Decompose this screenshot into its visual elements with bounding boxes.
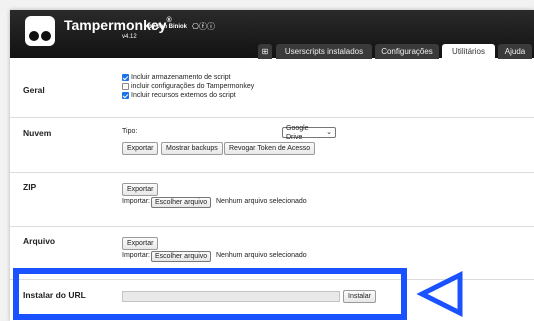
tab-bar: ⊞ Userscripts instalados Configurações U… — [10, 44, 534, 59]
file-export-button[interactable]: Exportar — [122, 237, 159, 250]
section-title: Nuvem — [23, 128, 52, 138]
option-label: Incluir armazenamento de script — [131, 74, 231, 81]
chevron-down-icon: ⌄ — [326, 129, 332, 136]
tab-new-script[interactable]: ⊞ — [258, 44, 272, 59]
no-file-label: Nenhum arquivo selecionado — [216, 252, 307, 259]
cloud-export-button[interactable]: Exportar — [122, 142, 159, 155]
file-choose-file-button[interactable]: Escolher arquivo — [151, 251, 212, 262]
no-file-label: Nenhum arquivo selecionado — [216, 198, 307, 205]
app-version: v4.12 — [122, 34, 137, 40]
zip-export-button[interactable]: Exportar — [122, 183, 159, 196]
import-label: Importar: — [122, 198, 151, 205]
section-title: ZIP — [23, 182, 37, 192]
option-label: Incluir recursos externos do script — [131, 92, 236, 99]
social-icons[interactable]: ⎔ⓕⓘ — [192, 21, 215, 32]
checkbox[interactable] — [122, 83, 129, 90]
highlight-box — [13, 268, 407, 320]
tab-settings[interactable]: Configurações — [375, 44, 439, 59]
tab-utilities[interactable]: Utilitários — [442, 44, 495, 59]
app-byline: by Jan Biniok — [148, 24, 188, 30]
section-geral: Geral Incluir armazenamento de script in… — [10, 60, 534, 118]
zip-choose-file-button[interactable]: Escolher arquivo — [151, 197, 212, 208]
logo-eye-right — [41, 31, 51, 41]
app-header: Tampermonkey® by Jan Biniok ⎔ⓕⓘ v4.12 ⊞ … — [10, 10, 534, 59]
option-label: incluir configurações do Tampermonkey — [131, 83, 255, 90]
tampermonkey-logo-icon — [25, 16, 55, 46]
cloud-type-select[interactable]: Google Drive ⌄ — [282, 125, 336, 141]
section-title: Geral — [23, 85, 45, 95]
option-script-storage[interactable]: Incluir armazenamento de script — [122, 73, 231, 82]
tab-installed-scripts[interactable]: Userscripts instalados — [276, 44, 372, 59]
logo-eye-left — [29, 31, 39, 41]
section-nuvem: Nuvem Tipo: Google Drive ⌄ Exportar Most… — [10, 119, 534, 173]
tampermonkey-window: Tampermonkey® by Jan Biniok ⎔ⓕⓘ v4.12 ⊞ … — [10, 10, 534, 321]
pointer-arrow-icon — [416, 270, 463, 318]
show-backups-button[interactable]: Mostrar backups — [161, 142, 223, 155]
option-external-resources[interactable]: Incluir recursos externos do script — [122, 91, 236, 100]
import-label: Importar: — [122, 252, 151, 259]
select-value: Google Drive — [286, 124, 309, 141]
checkbox[interactable] — [122, 92, 129, 99]
checkbox[interactable] — [122, 74, 129, 81]
tab-help[interactable]: Ajuda — [498, 44, 532, 59]
type-label: Tipo: — [122, 128, 138, 135]
revoke-token-button[interactable]: Revogar Token de Acesso — [224, 142, 316, 155]
option-tampermonkey-settings[interactable]: incluir configurações do Tampermonkey — [122, 82, 254, 91]
section-zip: ZIP Exportar Importar: Escolher arquivo … — [10, 174, 534, 227]
section-title: Arquivo — [23, 236, 56, 246]
